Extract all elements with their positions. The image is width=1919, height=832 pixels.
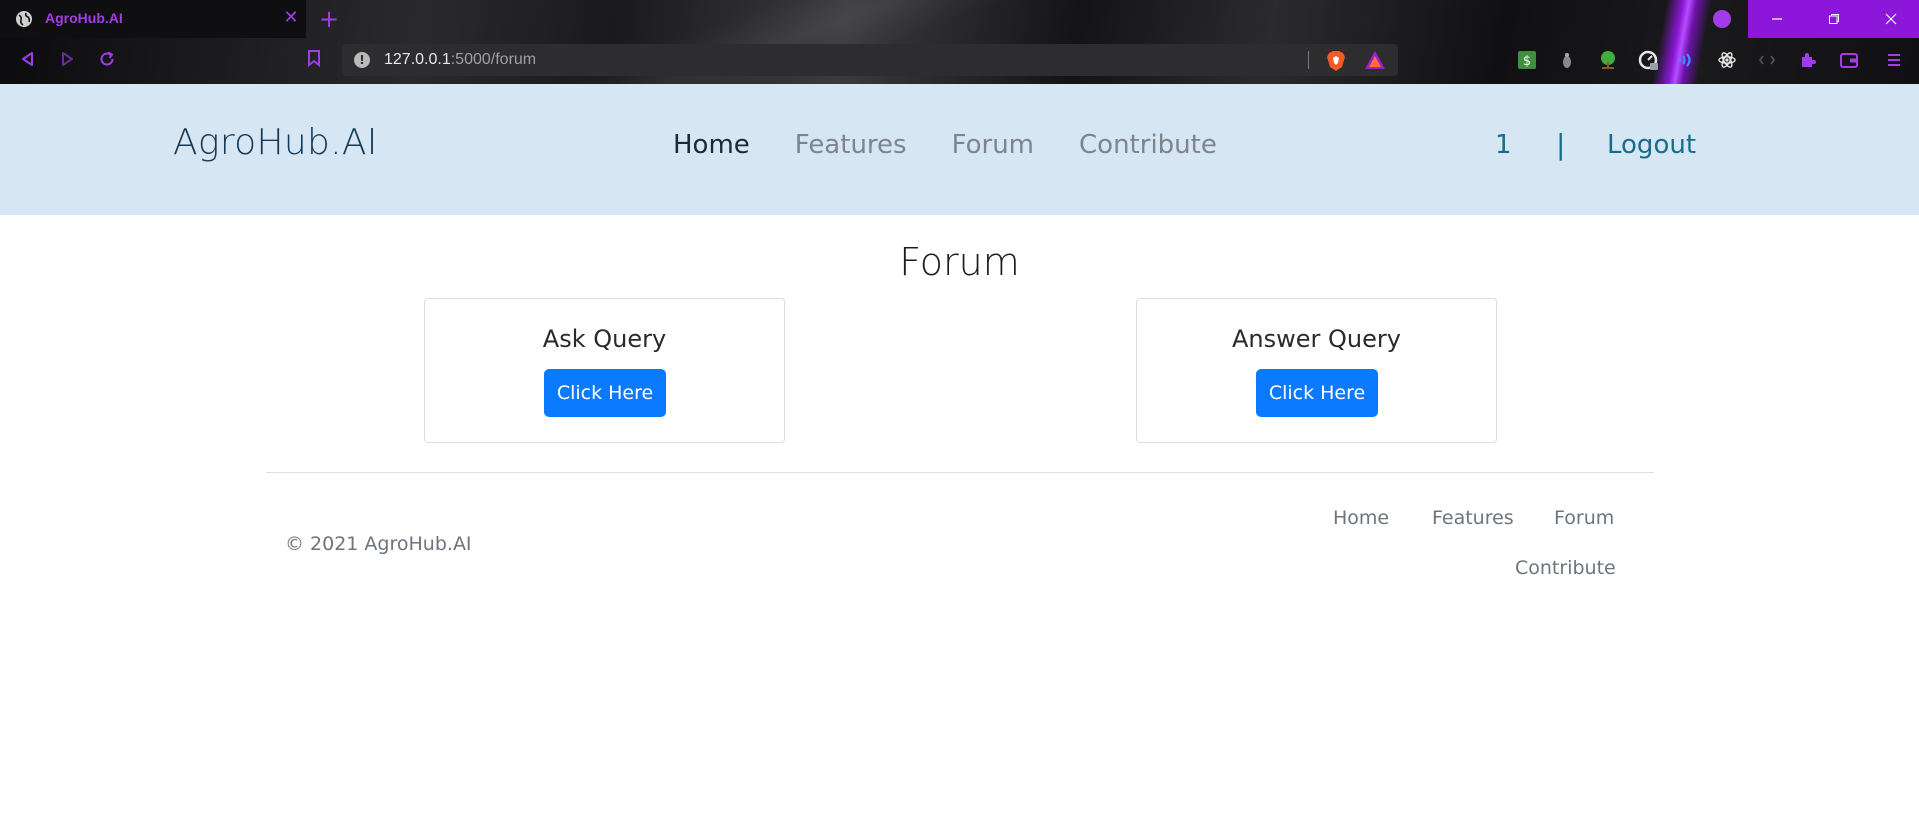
nav-contribute[interactable]: Contribute xyxy=(1079,130,1217,160)
svg-text:$: $ xyxy=(1523,54,1531,69)
tree-extension-icon[interactable] xyxy=(1598,50,1618,70)
user-count: 1 xyxy=(1495,130,1512,160)
nav-forum[interactable]: Forum xyxy=(952,130,1034,160)
address-bar[interactable]: ! 127.0.0.1:5000/forum xyxy=(342,44,1398,76)
answer-query-button[interactable]: Click Here xyxy=(1256,369,1378,417)
window-close-icon[interactable] xyxy=(1862,0,1919,38)
theme-decoration xyxy=(1652,0,1712,84)
back-icon[interactable] xyxy=(19,50,37,68)
reload-icon[interactable] xyxy=(98,50,116,68)
url-text[interactable]: 127.0.0.1:5000/forum xyxy=(384,51,536,69)
footer-divider xyxy=(266,472,1654,473)
footer-link-contribute[interactable]: Contribute xyxy=(1515,557,1616,579)
url-path: :5000/forum xyxy=(450,51,537,68)
answer-query-card: Answer Query Click Here xyxy=(1136,298,1497,443)
new-tab-plus-icon[interactable]: + xyxy=(316,6,342,32)
main-nav: Home Features Forum Contribute xyxy=(673,130,1262,160)
extensions-icon[interactable] xyxy=(1798,50,1818,70)
mouse-extension-icon[interactable] xyxy=(1557,50,1577,70)
ask-query-title: Ask Query xyxy=(542,325,667,353)
footer-link-forum[interactable]: Forum xyxy=(1554,507,1614,529)
react-devtools-icon[interactable] xyxy=(1717,50,1737,70)
restore-icon[interactable] xyxy=(1805,0,1862,38)
wallet-icon[interactable] xyxy=(1839,50,1859,70)
gauge-extension-icon[interactable] xyxy=(1638,50,1658,70)
dollar-extension-icon[interactable]: $ xyxy=(1517,50,1537,70)
brave-shield-icon[interactable] xyxy=(1326,50,1346,72)
globe-icon xyxy=(16,11,32,27)
audio-extension-icon[interactable] xyxy=(1677,50,1697,70)
brave-rewards-icon[interactable] xyxy=(1364,50,1386,70)
tab-title: AgroHub.AI xyxy=(45,10,123,26)
footer-link-home[interactable]: Home xyxy=(1333,507,1389,529)
ask-query-card: Ask Query Click Here xyxy=(424,298,785,443)
nav-home[interactable]: Home xyxy=(673,130,750,160)
ask-query-button[interactable]: Click Here xyxy=(544,369,666,417)
copyright-text: © 2021 AgroHub.AI xyxy=(285,533,472,555)
header-separator: | xyxy=(1556,128,1566,161)
nav-features[interactable]: Features xyxy=(795,130,907,160)
answer-query-title: Answer Query xyxy=(1232,325,1401,353)
menu-icon[interactable] xyxy=(1884,50,1904,70)
footer-link-features[interactable]: Features xyxy=(1432,507,1514,529)
site-header: AgroHub.AI Home Features Forum Contribut… xyxy=(0,84,1919,215)
code-extension-icon[interactable] xyxy=(1757,50,1777,70)
browser-tab[interactable]: AgroHub.AI ✕ xyxy=(0,0,306,38)
profile-badge-icon[interactable] xyxy=(1713,10,1731,28)
page-title: Forum xyxy=(899,240,1020,284)
url-host: 127.0.0.1 xyxy=(384,51,451,68)
url-separator xyxy=(1308,51,1309,69)
bookmark-icon[interactable] xyxy=(305,49,323,67)
tab-close-icon[interactable]: ✕ xyxy=(282,8,300,28)
logout-link[interactable]: Logout xyxy=(1607,130,1696,160)
info-icon[interactable]: ! xyxy=(354,52,370,68)
browser-chrome: AgroHub.AI ✕ + ! 127.0.0.1:5000/forum $ xyxy=(0,0,1919,84)
minimize-icon[interactable] xyxy=(1748,0,1805,38)
window-controls xyxy=(1748,0,1919,38)
forward-icon[interactable] xyxy=(58,50,76,68)
brand-logo-link[interactable]: AgroHub.AI xyxy=(173,122,378,163)
